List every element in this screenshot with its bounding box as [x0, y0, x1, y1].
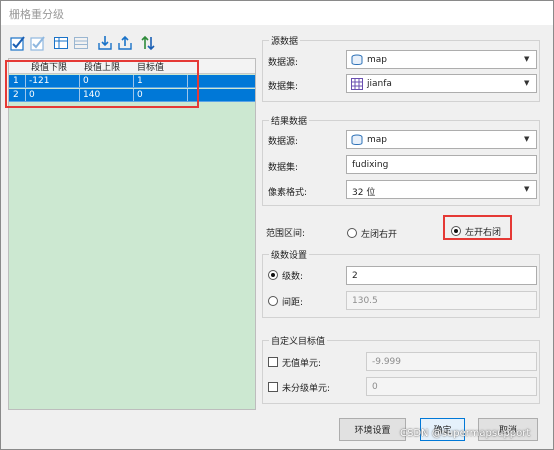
source-dataset-value: jianfa	[367, 79, 392, 89]
source-datasource-select[interactable]: map ▼	[346, 50, 537, 69]
source-dataset-select[interactable]: jianfa ▼	[346, 74, 537, 93]
watermark: CSDN @supermapsupport	[400, 428, 531, 439]
chevron-down-icon: ▼	[524, 135, 530, 143]
raster-dataset-icon	[351, 78, 363, 90]
result-group-title: 结果数据	[269, 114, 310, 127]
result-dataset-value: fudixing	[352, 160, 389, 170]
interval-input[interactable]: 130.5	[346, 291, 537, 310]
pixel-format-value: 32 位	[352, 188, 376, 198]
radio-interval[interactable]	[268, 296, 278, 306]
level-count-label[interactable]: 级数:	[282, 269, 303, 282]
env-settings-button[interactable]: 环境设置	[339, 418, 406, 441]
radio-left-closed[interactable]	[347, 228, 357, 238]
result-dataset-input[interactable]: fudixing	[346, 155, 537, 174]
nodata-input[interactable]: -9.999	[366, 352, 537, 371]
source-group-title: 源数据	[269, 34, 301, 47]
unclassified-value: 0	[372, 382, 378, 392]
insert-row-icon[interactable]	[51, 33, 71, 53]
select-inverse-icon[interactable]	[28, 33, 48, 53]
datasource-icon	[351, 134, 363, 145]
result-datasource-select[interactable]: map ▼	[346, 130, 537, 149]
custom-group-title: 自定义目标值	[269, 334, 328, 347]
chevron-down-icon: ▼	[524, 79, 530, 87]
select-all-icon[interactable]	[8, 33, 28, 53]
source-datasource-value: map	[367, 55, 387, 65]
toolbar	[8, 33, 160, 55]
highlight-box-range	[443, 215, 512, 240]
nodata-label[interactable]: 无值单元:	[282, 356, 321, 369]
unclassified-checkbox[interactable]	[268, 382, 278, 392]
result-dataset-label: 数据集:	[268, 163, 299, 173]
nodata-checkbox[interactable]	[268, 357, 278, 367]
levels-group-title: 级数设置	[269, 248, 310, 261]
level-count-input[interactable]: 2	[346, 266, 537, 285]
radio-level-count[interactable]	[268, 270, 278, 280]
import-icon[interactable]	[95, 33, 115, 53]
title-bar: 栅格重分级	[1, 1, 553, 25]
reclass-table: 段值下限 段值上限 目标值 1 -121 0 1 2 0 140 0	[8, 58, 256, 410]
datasource-icon	[351, 54, 363, 65]
result-datasource-label: 数据源:	[268, 137, 299, 147]
window-title: 栅格重分级	[9, 8, 64, 21]
chevron-down-icon: ▼	[524, 55, 530, 63]
result-datasource-value: map	[367, 135, 387, 145]
source-datasource-label: 数据源:	[268, 58, 299, 68]
unclassified-label[interactable]: 未分级单元:	[282, 381, 330, 394]
unclassified-input[interactable]: 0	[366, 377, 537, 396]
sort-icon[interactable]	[138, 33, 158, 53]
interval-value: 130.5	[352, 296, 378, 306]
pixel-format-label: 像素格式:	[268, 188, 308, 198]
interval-label[interactable]: 间距:	[282, 295, 303, 308]
source-dataset-label: 数据集:	[268, 82, 299, 92]
highlight-box-table	[5, 60, 199, 108]
export-icon[interactable]	[115, 33, 135, 53]
chevron-down-icon: ▼	[524, 185, 530, 193]
nodata-value: -9.999	[372, 357, 402, 367]
delete-row-icon[interactable]	[71, 33, 91, 53]
level-count-value: 2	[352, 271, 358, 281]
range-label: 范围区间:	[266, 229, 306, 239]
pixel-format-select[interactable]: 32 位 ▼	[346, 180, 537, 199]
radio-left-closed-label[interactable]: 左闭右开	[361, 227, 397, 240]
